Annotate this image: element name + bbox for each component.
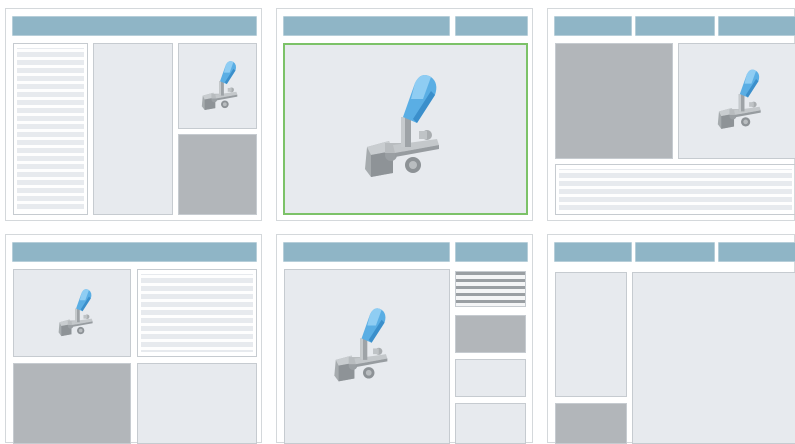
text-panel — [13, 43, 88, 215]
content-panel-2 — [455, 403, 526, 444]
side-panel — [555, 272, 627, 397]
header-bar-secondary — [455, 242, 528, 262]
header-bar — [283, 242, 450, 262]
text-panel — [555, 164, 795, 215]
main-panel — [632, 272, 795, 444]
header-bar — [12, 16, 257, 36]
layout-option-2[interactable] — [276, 8, 533, 221]
layout-option-3[interactable] — [547, 8, 795, 221]
header-bar-2 — [635, 16, 715, 36]
gray-panel — [455, 315, 526, 353]
content-panel — [137, 363, 257, 444]
header-bar-secondary — [455, 16, 528, 36]
gray-panel — [555, 403, 627, 444]
header-bar-2 — [635, 242, 715, 262]
text-panel — [137, 269, 257, 357]
layout-option-1[interactable] — [5, 8, 262, 221]
header-bar-1 — [554, 242, 632, 262]
image-panel — [13, 269, 131, 357]
header-bar — [12, 242, 257, 262]
image-panel — [678, 43, 795, 159]
layout-option-6[interactable] — [547, 234, 795, 444]
header-bar-3 — [718, 242, 795, 262]
image-panel-selected — [283, 43, 528, 215]
gray-panel — [555, 43, 673, 159]
robot-arm-icon — [54, 286, 100, 342]
robot-arm-icon — [355, 69, 455, 189]
robot-arm-icon — [197, 58, 245, 116]
gray-panel — [178, 134, 257, 215]
list-panel — [455, 271, 526, 307]
header-bar-3 — [718, 16, 795, 36]
image-panel — [284, 269, 450, 444]
robot-arm-icon — [327, 304, 399, 390]
robot-arm-icon — [712, 66, 770, 136]
gray-panel — [13, 363, 131, 444]
header-bar — [283, 16, 450, 36]
content-panel — [93, 43, 173, 215]
image-panel — [178, 43, 257, 129]
layout-option-5[interactable] — [276, 234, 533, 444]
content-panel-1 — [455, 359, 526, 397]
layout-option-4[interactable] — [5, 234, 262, 444]
header-bar-1 — [554, 16, 632, 36]
